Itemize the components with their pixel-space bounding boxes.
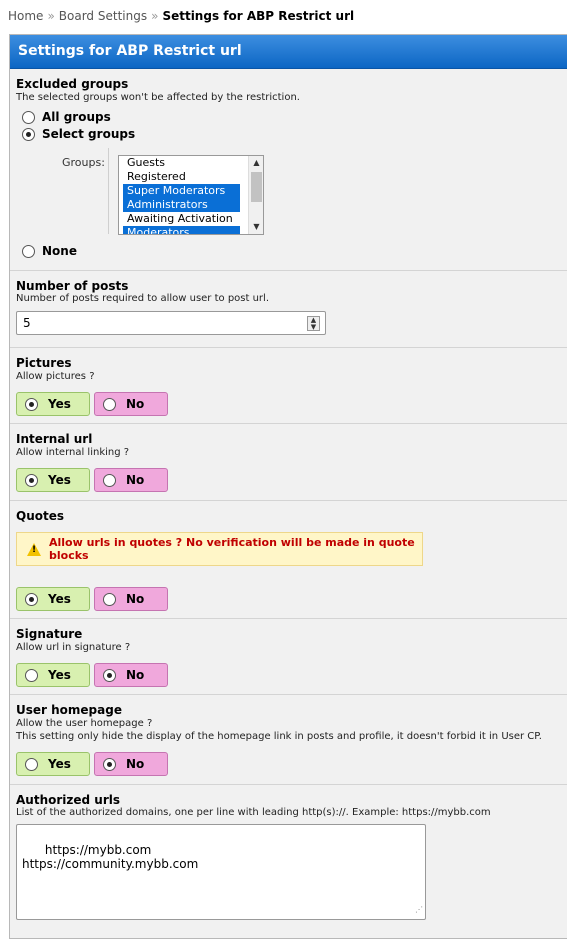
scroll-thumb[interactable]	[251, 172, 262, 202]
radio-select-groups[interactable]: Select groups	[22, 127, 135, 141]
excluded-groups-section: Excluded groups The selected groups won'…	[10, 70, 567, 271]
internal-url-no-button[interactable]: No	[94, 468, 168, 492]
internal-url-description: Allow internal linking ?	[16, 447, 130, 458]
posts-description: Number of posts required to allow user t…	[16, 293, 269, 304]
homepage-description-note: This setting only hide the display of th…	[16, 731, 542, 742]
authorized-urls-section: Authorized urls List of the authorized d…	[10, 785, 567, 939]
select-groups-radio[interactable]	[22, 127, 35, 141]
breadcrumb-separator: »	[47, 9, 55, 23]
signature-toggle: Yes No	[16, 663, 172, 687]
no-label: No	[126, 397, 145, 411]
yes-label: Yes	[48, 668, 71, 682]
excluded-groups-title: Excluded groups	[16, 77, 129, 91]
radio-all-groups[interactable]: All groups	[22, 110, 111, 124]
signature-no-button[interactable]: No	[94, 663, 168, 687]
quotes-no-button[interactable]: No	[94, 587, 168, 611]
radio-none[interactable]: None	[22, 244, 77, 258]
quotes-section: Quotes Allow urls in quotes ? No verific…	[10, 501, 567, 619]
no-label: No	[126, 757, 145, 771]
scroll-up-icon[interactable]: ▲	[251, 158, 262, 168]
signature-description: Allow url in signature ?	[16, 642, 131, 653]
panel-title: Settings for ABP Restrict url	[10, 35, 567, 69]
group-option[interactable]: Awaiting Activation	[123, 212, 240, 226]
internal-url-yes-radio[interactable]	[25, 473, 38, 487]
warning-icon	[27, 542, 41, 556]
internal-url-yes-button[interactable]: Yes	[16, 468, 90, 492]
quotes-yes-radio[interactable]	[25, 592, 38, 606]
groups-listbox[interactable]: Guests Registered Super Moderators Admin…	[118, 155, 264, 235]
yes-label: Yes	[48, 757, 71, 771]
group-option[interactable]: Administrators	[123, 198, 240, 212]
groups-divider	[108, 148, 109, 234]
groups-label: Groups:	[62, 156, 105, 169]
homepage-description: Allow the user homepage ?	[16, 718, 153, 729]
posts-title: Number of posts	[16, 279, 129, 293]
none-label: None	[42, 244, 77, 258]
signature-no-radio[interactable]	[103, 668, 116, 682]
pictures-yes-button[interactable]: Yes	[16, 392, 90, 416]
homepage-title: User homepage	[16, 703, 122, 717]
homepage-yes-radio[interactable]	[25, 757, 38, 771]
no-label: No	[126, 473, 145, 487]
all-groups-radio[interactable]	[22, 110, 35, 124]
pictures-toggle: Yes No	[16, 392, 172, 416]
quotes-yes-button[interactable]: Yes	[16, 587, 90, 611]
posts-section: Number of posts Number of posts required…	[10, 271, 567, 348]
breadcrumb-board-settings[interactable]: Board Settings	[59, 9, 147, 23]
select-groups-label: Select groups	[42, 127, 136, 141]
posts-value: 5	[23, 316, 31, 330]
homepage-no-radio[interactable]	[103, 757, 116, 771]
homepage-yes-button[interactable]: Yes	[16, 752, 90, 776]
yes-label: Yes	[48, 397, 71, 411]
quotes-toggle: Yes No	[16, 587, 172, 611]
group-option[interactable]: Guests	[123, 156, 240, 170]
homepage-toggle: Yes No	[16, 752, 172, 776]
signature-yes-button[interactable]: Yes	[16, 663, 90, 687]
internal-url-no-radio[interactable]	[103, 473, 116, 487]
none-radio[interactable]	[22, 244, 35, 258]
breadcrumb-separator: »	[151, 9, 159, 23]
internal-url-toggle: Yes No	[16, 468, 172, 492]
signature-yes-radio[interactable]	[25, 668, 38, 682]
signature-section: Signature Allow url in signature ? Yes N…	[10, 619, 567, 695]
internal-url-title: Internal url	[16, 432, 93, 446]
group-option[interactable]: Super Moderators	[123, 184, 240, 198]
posts-spinner[interactable]: ▲ ▼	[307, 316, 320, 331]
breadcrumb-current: Settings for ABP Restrict url	[162, 9, 355, 23]
quotes-warning: Allow urls in quotes ? No verification w…	[16, 532, 423, 566]
scroll-down-icon[interactable]: ▼	[251, 222, 262, 232]
authorized-urls-textarea[interactable]: https://mybb.com https://community.mybb.…	[16, 824, 426, 920]
authorized-urls-title: Authorized urls	[16, 793, 120, 807]
authorized-urls-description: List of the authorized domains, one per …	[16, 807, 491, 818]
homepage-no-button[interactable]: No	[94, 752, 168, 776]
all-groups-label: All groups	[42, 110, 111, 124]
group-option[interactable]: Moderators	[123, 226, 240, 234]
breadcrumb-home[interactable]: Home	[8, 9, 43, 23]
no-label: No	[126, 668, 145, 682]
group-option[interactable]: Registered	[123, 170, 240, 184]
pictures-no-button[interactable]: No	[94, 392, 168, 416]
homepage-section: User homepage Allow the user homepage ? …	[10, 695, 567, 785]
posts-number-input[interactable]: 5 ▲ ▼	[16, 311, 326, 335]
pictures-title: Pictures	[16, 356, 72, 370]
pictures-yes-radio[interactable]	[25, 397, 38, 411]
signature-title: Signature	[16, 627, 83, 641]
yes-label: Yes	[48, 592, 71, 606]
pictures-description: Allow pictures ?	[16, 371, 95, 382]
no-label: No	[126, 592, 145, 606]
listbox-scrollbar[interactable]: ▲ ▼	[248, 156, 263, 234]
quotes-title: Quotes	[16, 509, 65, 523]
quotes-no-radio[interactable]	[103, 592, 116, 606]
pictures-no-radio[interactable]	[103, 397, 116, 411]
pictures-section: Pictures Allow pictures ? Yes No	[10, 348, 567, 424]
yes-label: Yes	[48, 473, 71, 487]
resize-grip-icon[interactable]: ⋰	[415, 903, 423, 917]
authorized-urls-value: https://mybb.com https://community.mybb.…	[22, 843, 199, 871]
settings-panel: Settings for ABP Restrict url Excluded g…	[9, 34, 567, 939]
excluded-groups-description: The selected groups won't be affected by…	[16, 92, 300, 103]
quotes-warning-text: Allow urls in quotes ? No verification w…	[49, 536, 415, 562]
internal-url-section: Internal url Allow internal linking ? Ye…	[10, 424, 567, 501]
breadcrumb: Home» Board Settings» Settings for ABP Res…	[8, 9, 354, 23]
